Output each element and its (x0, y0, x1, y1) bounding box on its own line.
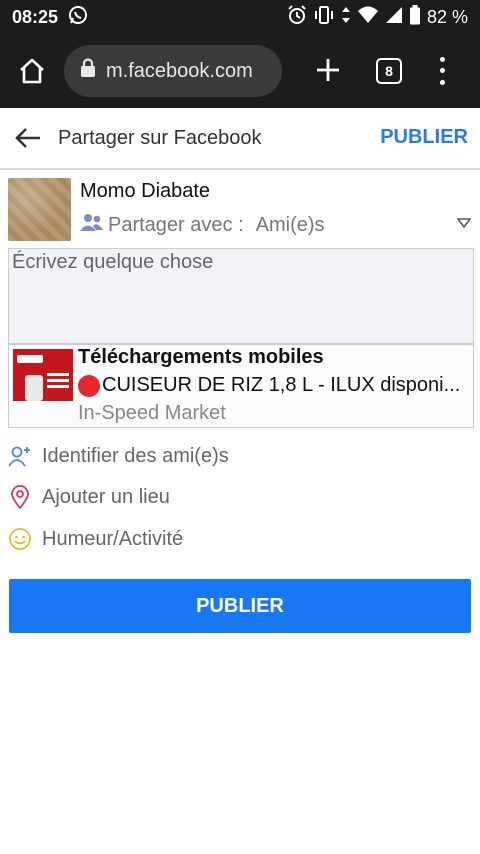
option-label: Humeur/Activité (42, 527, 184, 550)
share-header: Partager sur Facebook PUBLIER (0, 108, 480, 170)
add-location-option[interactable]: Ajouter un lieu (8, 479, 468, 515)
option-label: Identifier des ami(e)s (42, 444, 229, 467)
browser-menu-button[interactable] (432, 54, 452, 88)
publish-header-button[interactable]: PUBLIER (380, 126, 468, 149)
link-title: Téléchargements mobiles (78, 346, 324, 368)
link-preview-card[interactable]: Téléchargements mobiles CUISEUR DE RIZ 1… (8, 344, 474, 428)
battery-icon (409, 4, 421, 30)
back-button[interactable] (0, 107, 56, 169)
user-row: Momo Diabate Partager avec : Ami(e)s (0, 172, 480, 244)
data-arrows-icon (341, 5, 351, 30)
publish-button-label: PUBLIER (196, 594, 284, 617)
avatar (8, 178, 71, 241)
home-button[interactable] (0, 34, 64, 108)
tab-switcher-button[interactable]: 8 (376, 58, 402, 84)
vibrate-icon (313, 5, 335, 30)
post-text-placeholder: Écrivez quelque chose (12, 251, 214, 273)
link-source: In-Speed Market (78, 402, 226, 424)
user-name: Momo Diabate (80, 180, 211, 202)
publish-button[interactable]: PUBLIER (9, 579, 471, 633)
signal-icon (385, 5, 403, 30)
link-description-row: CUISEUR DE RIZ 1,8 L - ILUX disponi... (78, 374, 468, 397)
alarm-icon (287, 4, 307, 30)
status-bar: 08:25 82 % (0, 0, 480, 34)
page-title: Partager sur Facebook (58, 126, 262, 149)
battery-level: 82 % (426, 6, 468, 27)
audience-value: Ami(e)s (255, 213, 325, 236)
feeling-activity-option[interactable]: Humeur/Activité (8, 521, 468, 557)
link-thumbnail (13, 349, 73, 409)
whatsapp-icon (68, 5, 88, 30)
wifi-icon (357, 5, 379, 30)
new-tab-button[interactable] (308, 48, 348, 92)
location-pin-icon (8, 485, 32, 509)
more-vert-icon (439, 57, 445, 63)
lock-icon (80, 58, 96, 84)
smiley-icon (8, 527, 32, 551)
browser-toolbar: m.facebook.com 8 (0, 34, 480, 108)
audience-label: Partager avec : (108, 213, 244, 236)
audience-selector[interactable]: Partager avec : Ami(e)s (80, 212, 325, 238)
tag-friend-icon (8, 444, 32, 468)
status-time: 08:25 (12, 6, 59, 27)
link-description: CUISEUR DE RIZ 1,8 L - ILUX disponi... (102, 374, 461, 396)
chevron-down-icon[interactable] (457, 218, 471, 228)
back-arrow-icon (15, 128, 40, 148)
red-circle-icon (78, 374, 100, 397)
option-label: Ajouter un lieu (42, 485, 170, 508)
home-icon (20, 58, 44, 84)
post-text-input[interactable]: Écrivez quelque chose (8, 248, 474, 344)
friends-icon (80, 212, 104, 238)
tab-count: 8 (385, 63, 393, 79)
plus-icon (317, 59, 339, 81)
url-text: m.facebook.com (106, 59, 253, 82)
tag-friends-option[interactable]: Identifier des ami(e)s (8, 438, 468, 474)
url-bar[interactable]: m.facebook.com (64, 45, 282, 97)
